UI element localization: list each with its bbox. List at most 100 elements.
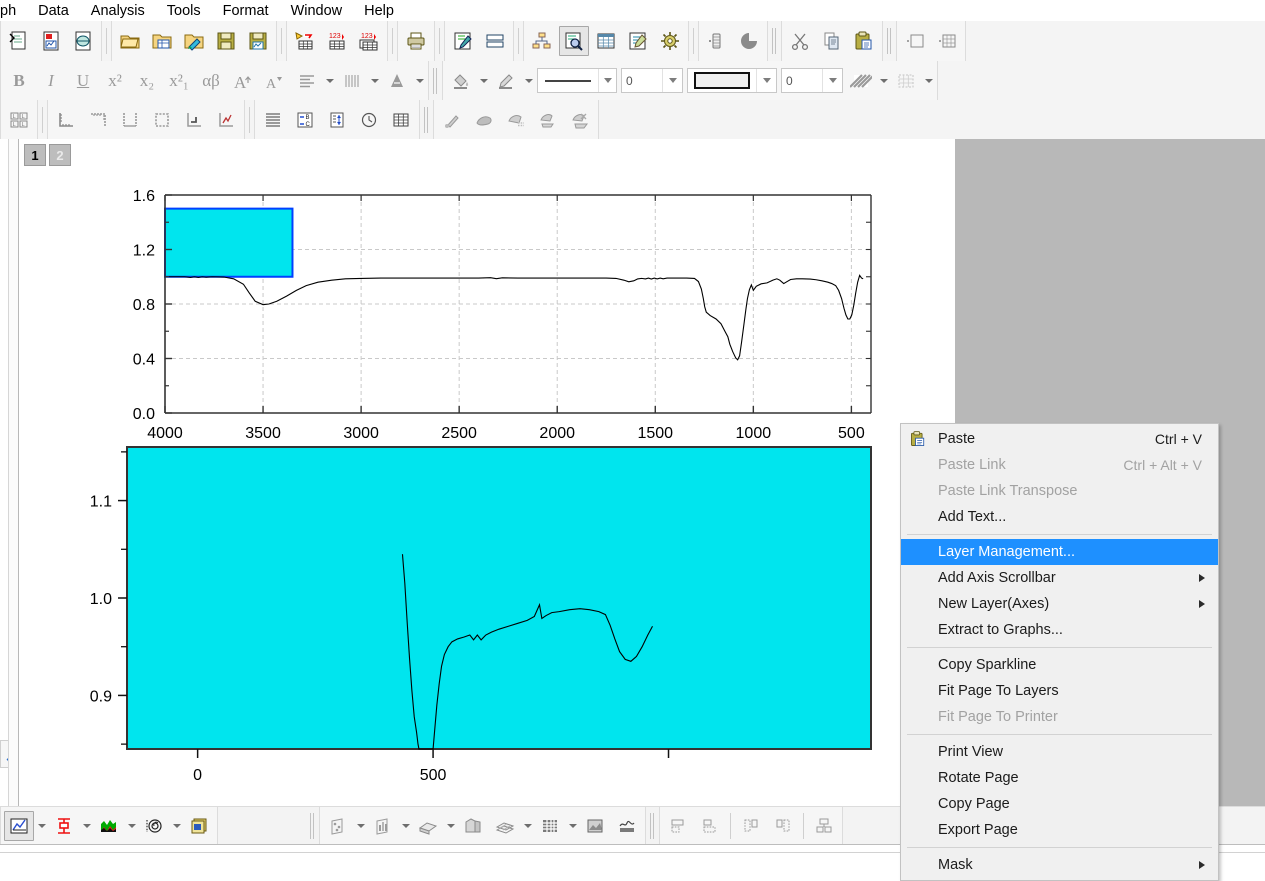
gallery-icon[interactable]: [184, 811, 214, 841]
axis-step-icon[interactable]: [179, 105, 209, 135]
line-style-combo[interactable]: [537, 68, 617, 93]
context-menu-item-copy-page[interactable]: Copy Page: [901, 791, 1218, 817]
toolbar-grip[interactable]: [771, 28, 778, 54]
fill-width-combo[interactable]: 0: [781, 68, 843, 93]
save-template-icon[interactable]: [243, 26, 273, 56]
menu-graph[interactable]: ph: [0, 1, 27, 21]
import-wizard-icon[interactable]: [290, 26, 320, 56]
axis-scale-icon[interactable]: [211, 105, 241, 135]
context-menu-item-new-layer-axes[interactable]: New Layer(Axes): [901, 591, 1218, 617]
context-menu-item-print-view[interactable]: Print View: [901, 739, 1218, 765]
zoom-in-icon[interactable]: [559, 26, 589, 56]
tick-dropdown-arrow[interactable]: [368, 67, 381, 95]
edit-mode-icon[interactable]: [448, 26, 478, 56]
clock-icon[interactable]: [354, 105, 384, 135]
new-worksheet-icon[interactable]: [591, 26, 621, 56]
italic-button[interactable]: I: [36, 66, 66, 96]
refresh-icon[interactable]: [702, 26, 732, 56]
line-width-combo[interactable]: 0: [621, 68, 683, 93]
open-icon[interactable]: [115, 26, 145, 56]
context-menu-item-extract-to-graphs[interactable]: Extract to Graphs...: [901, 617, 1218, 643]
hide-point-icon[interactable]: [501, 105, 531, 135]
bar-3d-icon[interactable]: [368, 811, 398, 841]
align-left-icon[interactable]: [736, 811, 766, 841]
menu-window[interactable]: Window: [280, 1, 354, 21]
greek-button[interactable]: αβ: [196, 66, 226, 96]
area-fill-icon[interactable]: [94, 811, 124, 841]
toolbar-grip[interactable]: [423, 107, 430, 133]
context-menu-item-copy-sparkline[interactable]: Copy Sparkline: [901, 652, 1218, 678]
subscript-button[interactable]: x₂: [132, 66, 162, 96]
copy-icon[interactable]: [817, 26, 847, 56]
cut-icon[interactable]: [785, 26, 815, 56]
superscript-button[interactable]: x²: [100, 66, 130, 96]
import-single-ascii-icon[interactable]: 123: [322, 26, 352, 56]
pattern-dropdown-arrow[interactable]: [877, 67, 890, 95]
exchange-icon[interactable]: BC: [290, 105, 320, 135]
underline-button[interactable]: U: [68, 66, 98, 96]
axis-frame-icon[interactable]: [147, 105, 177, 135]
layer-selection-rectangle[interactable]: [165, 209, 292, 277]
image-profile-icon[interactable]: [139, 811, 169, 841]
line-style-dropdown-arrow[interactable]: [598, 69, 616, 92]
context-menu-item-rotate-page[interactable]: Rotate Page: [901, 765, 1218, 791]
plot-setup-dropdown-arrow[interactable]: [35, 812, 48, 840]
font-color-icon[interactable]: [382, 66, 412, 96]
image-profile-dropdown-arrow[interactable]: [170, 812, 183, 840]
open-excel-icon[interactable]: [147, 26, 177, 56]
error-bar-dropdown-arrow[interactable]: [80, 812, 93, 840]
fill-style-combo[interactable]: [687, 68, 777, 93]
mask-range-icon[interactable]: [469, 105, 499, 135]
import-multiple-ascii-icon[interactable]: 123: [354, 26, 384, 56]
new-folder-icon[interactable]: [68, 26, 98, 56]
save-project-icon[interactable]: [211, 26, 241, 56]
axis-bottom-left-icon[interactable]: [51, 105, 81, 135]
menu-help[interactable]: Help: [353, 1, 405, 21]
toolbar-grip[interactable]: [309, 813, 316, 839]
menu-analysis[interactable]: Analysis: [80, 1, 156, 21]
fill-style-dropdown-arrow[interactable]: [756, 69, 776, 92]
align-dropdown-arrow[interactable]: [323, 67, 336, 95]
increase-font-icon[interactable]: A: [228, 66, 258, 96]
menu-tools[interactable]: Tools: [156, 1, 212, 21]
context-menu-item-layer-management[interactable]: Layer Management...: [901, 539, 1218, 565]
add-layer-icon[interactable]: [900, 26, 930, 56]
menu-format[interactable]: Format: [212, 1, 280, 21]
plot-setup-icon[interactable]: [4, 811, 34, 841]
font-color-dropdown-arrow[interactable]: [413, 67, 426, 95]
grid-table-icon[interactable]: [386, 105, 416, 135]
align-bottom-icon[interactable]: [695, 811, 725, 841]
surface-3d-dropdown-arrow[interactable]: [444, 812, 457, 840]
matrix-3d-icon[interactable]: [535, 811, 565, 841]
bar-3d-dropdown-arrow[interactable]: [399, 812, 412, 840]
toolbar-grip[interactable]: [886, 28, 893, 54]
paste-icon[interactable]: [849, 26, 879, 56]
print-icon[interactable]: [401, 26, 431, 56]
image-3d-icon[interactable]: [580, 811, 610, 841]
open-template-icon[interactable]: [179, 26, 209, 56]
wire-3d-icon[interactable]: [490, 811, 520, 841]
lower-layer-background[interactable]: [127, 447, 871, 749]
align-icon[interactable]: [292, 66, 322, 96]
contour-3d-icon[interactable]: [612, 811, 642, 841]
context-menu-item-add-axis-scrollbar[interactable]: Add Axis Scrollbar: [901, 565, 1218, 591]
fill-width-dropdown-arrow[interactable]: [822, 69, 842, 92]
graph-context-menu[interactable]: PasteCtrl + VPaste LinkCtrl + Alt + VPas…: [900, 423, 1219, 881]
pattern-icon[interactable]: [846, 66, 876, 96]
tree-icon[interactable]: [527, 26, 557, 56]
bold-button[interactable]: B: [4, 66, 34, 96]
decrease-font-icon[interactable]: A: [260, 66, 290, 96]
grid-dropdown-arrow[interactable]: [922, 67, 935, 95]
align-top-icon[interactable]: [663, 811, 693, 841]
swap-icon[interactable]: [533, 105, 563, 135]
menu-data[interactable]: Data: [27, 1, 80, 21]
upper-data-curve[interactable]: [165, 275, 863, 359]
left-panel-divider[interactable]: [8, 139, 19, 806]
lower-chart-layer[interactable]: 0.91.01.10500: [90, 447, 871, 784]
superscript-subscript-button[interactable]: x²₁: [164, 66, 194, 96]
line-color-icon[interactable]: [491, 66, 521, 96]
layout-icon[interactable]: [480, 26, 510, 56]
context-menu-item-add-text[interactable]: Add Text...: [901, 504, 1218, 530]
fill-color-icon[interactable]: [446, 66, 476, 96]
new-graph-icon[interactable]: [36, 26, 66, 56]
